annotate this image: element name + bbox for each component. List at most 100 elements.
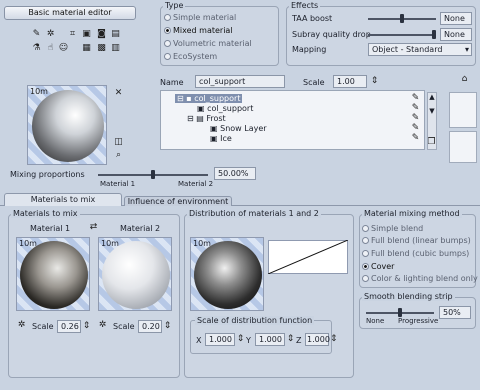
layers-icon[interactable]: ▥ xyxy=(110,43,121,54)
hand-icon[interactable]: ☝ xyxy=(45,43,56,54)
scale2-spin-icon[interactable]: ⇕ xyxy=(162,321,173,332)
edit-icon[interactable]: ✎ xyxy=(410,133,421,144)
swap-icon[interactable]: ⇄ xyxy=(88,222,99,233)
mapping-select[interactable]: Object - Standard ▾ xyxy=(368,43,472,56)
eyedropper-icon[interactable]: ✎ xyxy=(31,29,42,40)
x-field[interactable]: 1.000 xyxy=(205,333,235,346)
smooth-strip-min-label: None xyxy=(366,317,385,325)
material1-sphere xyxy=(20,241,88,309)
texture-icon[interactable]: ▦ xyxy=(81,43,92,54)
type-group-title: Type xyxy=(163,1,186,10)
subray-quality-label: Subray quality drop xyxy=(292,30,371,39)
method-full-blend-cubic[interactable]: Full blend (cubic bumps) xyxy=(362,249,469,258)
type-option-mixed[interactable]: Mixed material xyxy=(164,26,233,35)
fill-icon[interactable]: ⚗ xyxy=(31,43,42,54)
y-spin-icon[interactable]: ⇕ xyxy=(285,334,296,345)
zoom-icon[interactable]: ⌕ xyxy=(113,150,124,161)
smooth-strip-knob[interactable] xyxy=(398,308,402,317)
no-preview-icon[interactable]: ✕ xyxy=(113,88,124,99)
z-field[interactable]: 1.000 xyxy=(305,333,330,346)
mapping-value: Object - Standard xyxy=(372,45,443,54)
y-field[interactable]: 1.000 xyxy=(255,333,285,346)
mixing-proportions-field[interactable]: 50.00% xyxy=(214,167,256,180)
tab-influence-of-environment[interactable]: Influence of environment xyxy=(124,196,232,206)
smooth-strip-field[interactable]: 50% xyxy=(439,306,471,319)
distribution-curve[interactable] xyxy=(268,240,348,274)
subray-quality-slider[interactable] xyxy=(368,34,436,36)
radio-icon xyxy=(164,40,171,47)
mixing-proportions-label: Mixing proportions xyxy=(10,170,85,179)
material-preview[interactable]: 10m xyxy=(27,85,107,165)
name-field[interactable]: col_support xyxy=(195,75,285,88)
method-simple-blend[interactable]: Simple blend xyxy=(362,224,423,233)
radio-label: Volumetric material xyxy=(173,39,252,48)
taa-boost-field[interactable]: None xyxy=(440,12,472,25)
distribution-preview[interactable]: 10m xyxy=(190,237,264,311)
z-label: Z xyxy=(296,336,302,345)
scale-spin-icon[interactable]: ⇕ xyxy=(369,76,380,87)
tab-materials-to-mix[interactable]: Materials to mix xyxy=(4,193,122,206)
method-color-lighting[interactable]: Color & lighting blend only xyxy=(362,274,478,283)
method-cover[interactable]: Cover xyxy=(362,262,394,271)
radio-label: Color & lighting blend only xyxy=(371,274,478,283)
camera-icon[interactable]: ◙ xyxy=(96,29,107,40)
side-panel-bottom xyxy=(449,131,477,163)
scale1-spin-icon[interactable]: ⇕ xyxy=(81,321,92,332)
mixing-proportions-knob[interactable] xyxy=(151,170,155,179)
tree-label: col_support xyxy=(194,94,241,103)
cube-icon[interactable]: ◫ xyxy=(113,137,124,148)
tree-label: col_support xyxy=(207,104,254,113)
tree-item[interactable]: ▣ Ice xyxy=(210,134,232,143)
method-full-blend-linear[interactable]: Full blend (linear bumps) xyxy=(362,236,471,245)
material1-preview[interactable]: 10m xyxy=(16,237,90,311)
taa-boost-knob[interactable] xyxy=(400,14,404,23)
tree-item[interactable]: ⊟ ▪ col_support xyxy=(175,94,243,103)
tree-item[interactable]: ⊟ ▤ Frost xyxy=(187,114,226,123)
lock-icon[interactable]: ▤ xyxy=(110,29,121,40)
material2-edit-icon[interactable]: ✲ xyxy=(97,320,108,331)
material1-edit-icon[interactable]: ✲ xyxy=(16,320,27,331)
material-icon: ▣ xyxy=(197,104,205,113)
scale2-label: Scale xyxy=(113,322,135,331)
radio-label: Cover xyxy=(371,262,395,271)
type-option-ecosystem[interactable]: EcoSystem xyxy=(164,52,217,61)
mixing-method-title: Material mixing method xyxy=(362,209,462,218)
tree-item[interactable]: ▣ col_support xyxy=(197,104,253,113)
tree-label: Snow Layer xyxy=(220,124,267,133)
radio-label: Simple blend xyxy=(371,224,424,233)
scale1-field[interactable]: 0.26 xyxy=(57,320,81,333)
radio-icon xyxy=(362,237,369,244)
scale-field[interactable]: 1.00 xyxy=(333,75,367,88)
scroll-up-icon[interactable]: ▲ xyxy=(428,93,436,101)
expand-icon: ⊟ xyxy=(177,94,184,103)
scale1-label: Scale xyxy=(32,322,54,331)
scale2-field[interactable]: 0.20 xyxy=(138,320,162,333)
subray-quality-field[interactable]: None xyxy=(440,28,472,41)
material-icon: ▣ xyxy=(210,124,218,133)
basic-material-editor-button[interactable]: Basic material editor xyxy=(4,6,136,20)
subray-quality-knob[interactable] xyxy=(432,30,436,39)
radio-selected-icon xyxy=(164,27,171,34)
type-option-simple[interactable]: Simple material xyxy=(164,13,236,22)
y-label: Y xyxy=(246,336,251,345)
expand-icon: ⊟ xyxy=(187,114,194,123)
material-icon[interactable]: ▩ xyxy=(96,43,107,54)
folder-icon: ▪ xyxy=(186,94,192,103)
user-icon[interactable]: ☺ xyxy=(58,43,69,54)
radio-icon xyxy=(164,53,171,60)
radio-icon xyxy=(362,275,369,282)
tree-item[interactable]: ▣ Snow Layer xyxy=(210,124,267,133)
paint-icon[interactable]: ✲ xyxy=(45,29,56,40)
smooth-strip-title: Smooth blending strip xyxy=(362,292,455,301)
transform-icon[interactable]: ⌗ xyxy=(67,29,78,40)
crop-icon[interactable]: ▣ xyxy=(81,29,92,40)
type-option-volumetric[interactable]: Volumetric material xyxy=(164,39,252,48)
render-icon[interactable]: ⌂ xyxy=(459,74,470,85)
x-spin-icon[interactable]: ⇕ xyxy=(235,334,246,345)
scroll-down-icon[interactable]: ▼ xyxy=(428,107,436,115)
material2-preview[interactable]: 10m xyxy=(98,237,172,311)
add-layer-icon[interactable]: ❐ xyxy=(426,137,437,148)
z-spin-icon[interactable]: ⇕ xyxy=(330,334,338,345)
radio-icon xyxy=(362,225,369,232)
material1-distance: 10m xyxy=(19,239,37,248)
